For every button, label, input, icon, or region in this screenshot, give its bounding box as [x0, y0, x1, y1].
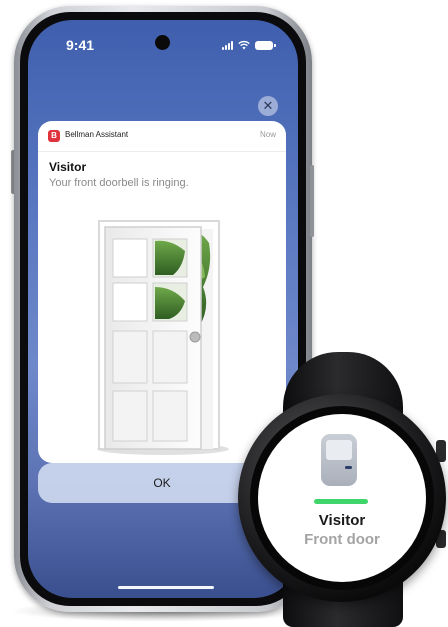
door-icon: [321, 434, 357, 486]
open-door-image: [93, 217, 233, 455]
watch-status-bar: [314, 499, 368, 504]
front-camera: [155, 35, 170, 50]
status-icons: [222, 40, 276, 50]
notification-header: B Bellman Assistant Now: [38, 121, 286, 152]
watch-face: Visitor Front door: [258, 414, 426, 582]
home-indicator[interactable]: [118, 586, 214, 589]
bellman-app-icon: B: [48, 130, 60, 142]
watch-title: Visitor: [318, 512, 366, 529]
battery-icon: [255, 41, 276, 50]
power-button: [310, 165, 314, 237]
status-time: 9:41: [66, 37, 95, 53]
dismiss-notification-button[interactable]: ✕: [258, 96, 278, 116]
notification-time: Now: [259, 130, 276, 139]
notification-app-name: Bellman Assistant: [65, 130, 129, 139]
wifi-icon: [238, 40, 250, 50]
watch-subtitle: Front door: [304, 531, 380, 548]
signal-icon: [222, 41, 233, 50]
notification-body: Your front doorbell is ringing.: [49, 177, 189, 189]
status-bar: 9:41: [28, 20, 298, 68]
notification-title: Visitor: [49, 160, 87, 174]
notification-card[interactable]: B Bellman Assistant Now Visitor Your fro…: [38, 121, 286, 463]
